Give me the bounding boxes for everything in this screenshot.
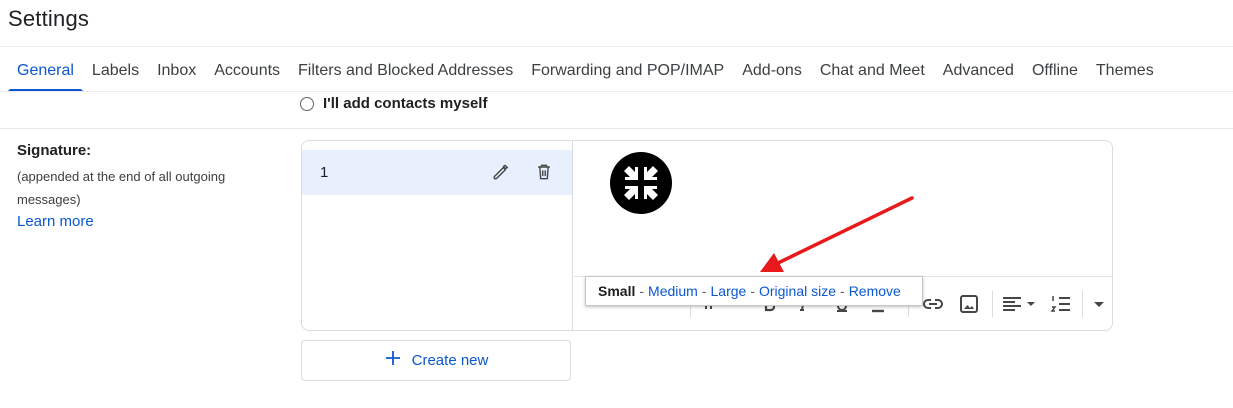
signature-title: Signature: xyxy=(17,142,92,159)
remove-image-option[interactable]: Remove xyxy=(849,283,901,299)
tab-chat-and-meet[interactable]: Chat and Meet xyxy=(811,50,934,92)
divider xyxy=(0,46,1233,47)
compress-arrows-icon[interactable] xyxy=(610,152,672,214)
separator: - xyxy=(750,283,755,299)
signature-list-item[interactable]: 1 xyxy=(302,150,572,195)
separator: - xyxy=(701,283,707,299)
divider xyxy=(0,91,1233,92)
create-new-label: Create new xyxy=(411,352,489,369)
size-small-option[interactable]: Small xyxy=(598,283,635,299)
edit-pencil-icon[interactable] xyxy=(490,161,512,183)
tab-offline[interactable]: Offline xyxy=(1023,50,1087,92)
tab-add-ons[interactable]: Add-ons xyxy=(733,50,811,92)
toolbar-divider xyxy=(1082,291,1083,317)
tab-themes[interactable]: Themes xyxy=(1087,50,1163,92)
delete-trash-icon[interactable] xyxy=(533,161,555,183)
numbered-list-icon[interactable] xyxy=(1048,291,1074,317)
create-new-button[interactable]: Create new xyxy=(301,340,571,381)
tab-inbox[interactable]: Inbox xyxy=(148,50,205,92)
learn-more-link[interactable]: Learn more xyxy=(17,213,94,230)
tab-general[interactable]: General xyxy=(8,50,83,92)
add-contacts-radio[interactable] xyxy=(300,96,314,111)
link-icon[interactable] xyxy=(920,291,946,317)
contacts-option: I'll add contacts myself xyxy=(300,95,487,112)
signature-name: 1 xyxy=(320,164,329,181)
signature-label-group: Signature: (appended at the end of all o… xyxy=(17,142,267,231)
more-formatting-icon[interactable] xyxy=(1088,291,1110,317)
signature-list: 1 xyxy=(302,141,573,330)
align-dropdown-icon[interactable] xyxy=(1000,291,1040,317)
separator: - xyxy=(840,283,845,299)
tab-filters[interactable]: Filters and Blocked Addresses xyxy=(289,50,522,92)
add-contacts-label: I'll add contacts myself xyxy=(323,95,488,112)
size-large-option[interactable]: Large xyxy=(711,283,747,299)
page-title: Settings xyxy=(8,6,90,31)
tab-advanced[interactable]: Advanced xyxy=(934,50,1023,92)
image-size-popup: Small - Medium - Large - Original size -… xyxy=(585,276,923,306)
size-original-option[interactable]: Original size xyxy=(759,283,836,299)
plus-icon xyxy=(384,349,402,372)
tab-accounts[interactable]: Accounts xyxy=(205,50,289,92)
settings-tabs: General Labels Inbox Accounts Filters an… xyxy=(8,50,1163,92)
separator: - xyxy=(639,283,645,299)
tab-forwarding[interactable]: Forwarding and POP/IMAP xyxy=(522,50,733,92)
signature-description: (appended at the end of all outgoing mes… xyxy=(17,169,226,207)
divider xyxy=(0,128,1233,129)
toolbar-divider xyxy=(992,291,993,317)
tab-labels[interactable]: Labels xyxy=(83,50,148,92)
insert-image-icon[interactable] xyxy=(956,291,982,317)
size-medium-option[interactable]: Medium xyxy=(648,283,698,299)
